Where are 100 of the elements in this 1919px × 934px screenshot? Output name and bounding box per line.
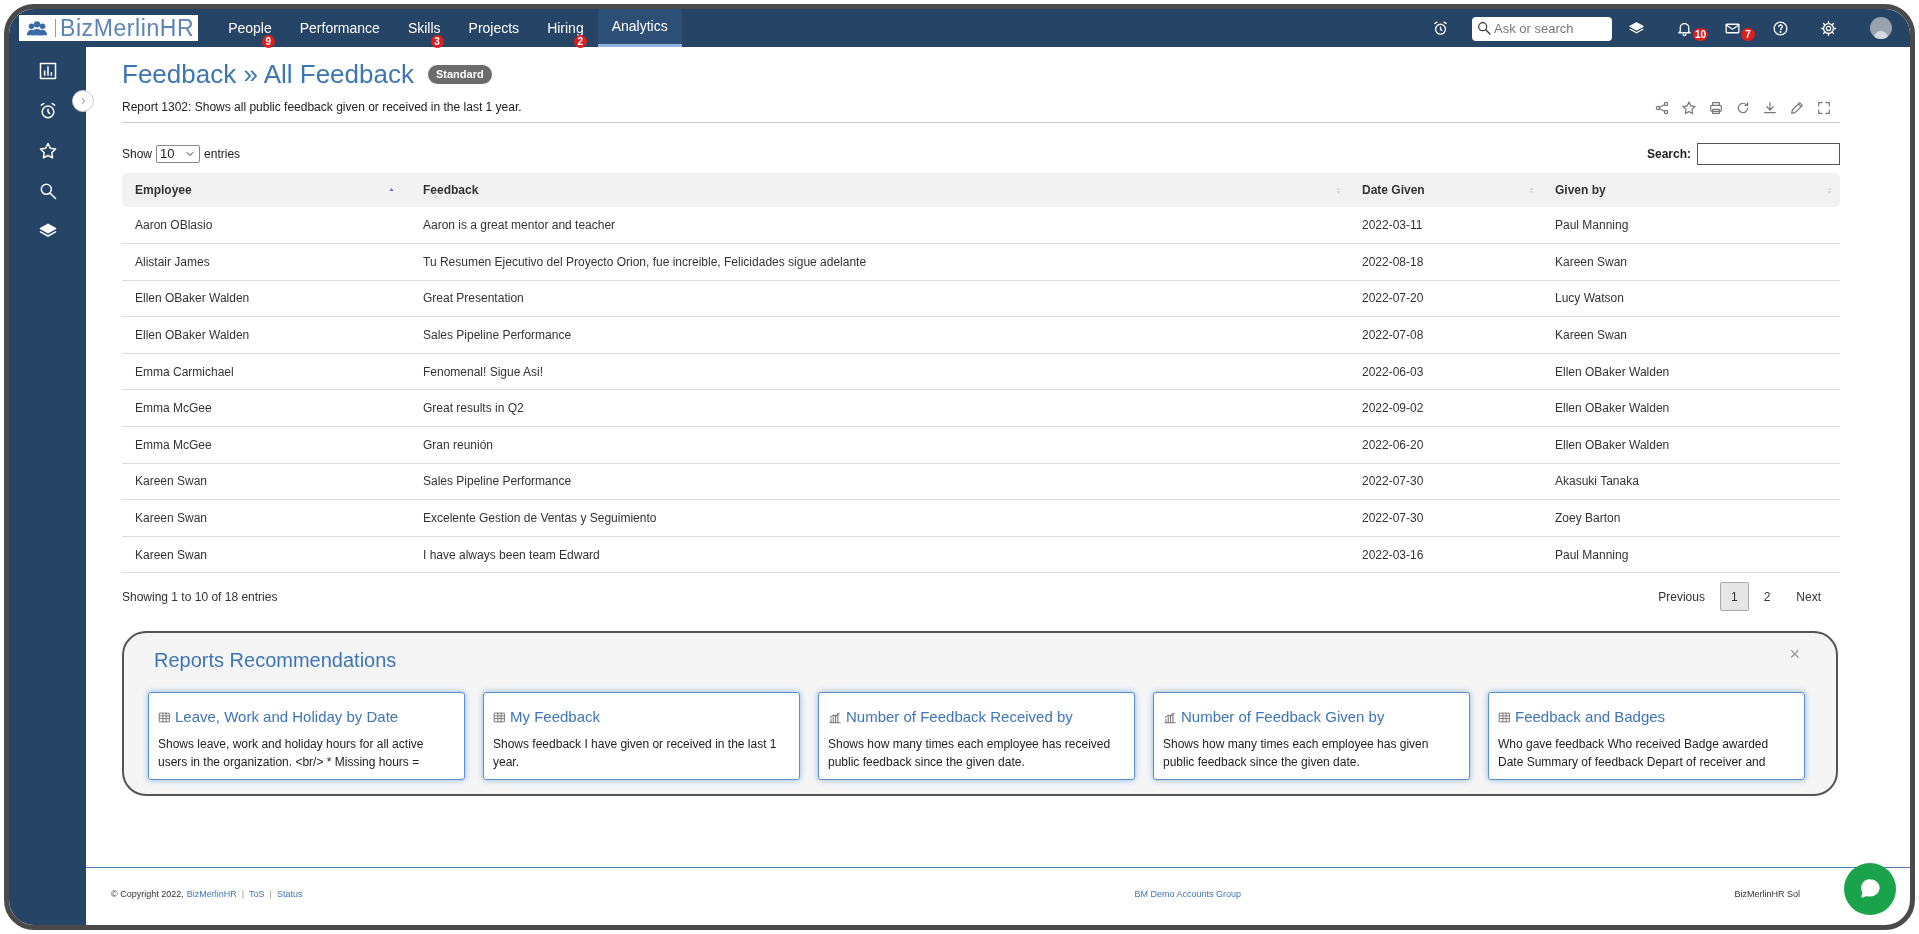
group-text: BM Demo Accounts Group xyxy=(1133,887,1242,901)
footer-link[interactable]: ToS xyxy=(249,887,265,902)
card-description: Shows feedback I have given or received in the last 1 year. xyxy=(493,735,778,771)
report-description: Report 1302: Shows all public feedback given or received in the last 1 year. xyxy=(122,99,522,116)
column-header[interactable]: Employee xyxy=(122,173,410,207)
page-button[interactable]: 2 xyxy=(1752,582,1782,612)
avatar[interactable] xyxy=(1870,17,1892,39)
chart-icon[interactable] xyxy=(37,61,58,81)
table-info: Showing 1 to 10 of 18 entries xyxy=(122,588,278,606)
table-cell: Kareen Swan xyxy=(122,463,410,500)
page-button[interactable]: Next xyxy=(1785,582,1832,612)
footer-link[interactable]: Status xyxy=(276,887,303,902)
panel-title: Reports Recommendations xyxy=(154,648,397,674)
table-cell: Tu Resumen Ejecutivo del Proyecto Orion, fue increible, Felicidades sigue adelante xyxy=(410,243,1349,281)
table-cell: Paul Manning xyxy=(1542,207,1840,244)
table-cell: Alistair James xyxy=(122,243,410,281)
report-card[interactable]: My Feedback Shows feedback I have given or received in the last 1 year. xyxy=(483,692,800,781)
card-description: Shows leave, work and holiday hours for all active users in the organization. <br/> * Missing hours = xyxy=(158,735,425,771)
table-cell: Kareen Swan xyxy=(1542,243,1840,281)
table-cell: Emma Carmichael xyxy=(122,353,410,390)
table-cell: 2022-09-02 xyxy=(1349,389,1542,427)
table-cell: Sales Pipeline Performance xyxy=(410,316,1349,354)
nav-tab[interactable]: Projects xyxy=(454,9,534,47)
card-title: My Feedback xyxy=(510,707,601,728)
table-cell: Ellen OBaker Walden xyxy=(1542,353,1840,390)
table-cell: 2022-03-11 xyxy=(1349,207,1542,244)
table-cell: Kareen Swan xyxy=(122,499,410,537)
table-cell: Ellen OBaker Walden xyxy=(122,280,410,317)
help-icon[interactable] xyxy=(1772,19,1789,37)
column-header[interactable]: Date Given xyxy=(1349,173,1542,207)
download-icon[interactable] xyxy=(1762,100,1778,116)
separator-text: | xyxy=(269,887,272,901)
page-button[interactable]: 1 xyxy=(1719,582,1749,612)
card-description: Who gave feedback Who received Badge awarded Date Summary of feedback Depart of receiver and xyxy=(1498,735,1770,771)
card-description: Shows how many times each employee has received public feedback since the given date. xyxy=(828,735,1112,771)
label-text: entries xyxy=(204,146,241,163)
count-badge: 3 xyxy=(430,35,444,48)
company-link[interactable]: BizMerlinHR xyxy=(186,887,237,902)
column-header[interactable]: Feedback xyxy=(410,173,1349,207)
fullscreen-icon[interactable] xyxy=(1816,100,1832,116)
report-card[interactable]: Leave, Work and Holiday by Date Shows leave, work and holiday hours for all active users in the organization. <br/> * Missing hours = xyxy=(148,692,465,781)
label-text: Show xyxy=(122,146,153,163)
table-cell: Zoey Barton xyxy=(1542,499,1840,537)
table-cell: Excelente Gestion de Ventas y Seguimiento xyxy=(410,499,1349,537)
table-cell: 2022-07-20 xyxy=(1349,280,1542,317)
nav-tab[interactable]: Skills 3 xyxy=(393,9,455,47)
card-description: Shows how many times each employee has given public feedback since the given date. xyxy=(1163,735,1430,771)
refresh-icon[interactable] xyxy=(1735,100,1751,116)
table-cell: 2022-08-18 xyxy=(1349,243,1542,281)
search-label: Search: xyxy=(1646,146,1691,163)
copyright-text: © Copyright 2022, xyxy=(111,887,184,901)
table-cell: Paul Manning xyxy=(1542,536,1840,573)
table-cell: Ellen OBaker Walden xyxy=(1542,389,1840,427)
nav-tab[interactable]: Performance xyxy=(285,9,394,47)
bar-chart-icon xyxy=(1163,710,1177,725)
pencil-icon[interactable] xyxy=(1789,100,1805,116)
card-title: Feedback and Badges xyxy=(1515,707,1666,728)
report-card[interactable]: Number of Feedback Given by Shows how many times each employee has given public feedback since the given date. xyxy=(1153,692,1470,781)
table-cell: Emma McGee xyxy=(122,426,410,464)
page-button[interactable]: Previous xyxy=(1647,582,1716,612)
table-cell: 2022-07-30 xyxy=(1349,463,1542,500)
alarm-clock-icon[interactable] xyxy=(1432,19,1449,37)
table-cell: Emma McGee xyxy=(122,389,410,427)
share-icon[interactable] xyxy=(1654,100,1670,116)
settings-icon[interactable] xyxy=(1820,19,1837,37)
expand-button[interactable] xyxy=(72,90,94,112)
entries-dropdown[interactable]: 10 xyxy=(156,145,201,163)
tag-badge: Standard xyxy=(427,65,492,84)
chat-button[interactable] xyxy=(1844,863,1896,915)
nav-tab[interactable]: Analytics xyxy=(597,9,682,47)
count-badge: 9 xyxy=(261,35,275,48)
count-badge: 2 xyxy=(573,35,587,48)
search-icon xyxy=(1476,20,1492,36)
bar-chart-icon xyxy=(828,710,842,725)
print-icon[interactable] xyxy=(1708,100,1724,116)
nav-tab[interactable]: Hiring 2 xyxy=(533,9,598,47)
table-cell: 2022-06-20 xyxy=(1349,426,1542,464)
table-cell: 2022-07-08 xyxy=(1349,316,1542,354)
table-cell: Aaron OBlasio xyxy=(122,207,410,244)
search-field[interactable]: Ask or search xyxy=(1472,16,1612,41)
count-badge: 10 xyxy=(1693,28,1709,41)
table-cell: Fenomenal! Sigue Asi! xyxy=(410,353,1349,390)
report-card[interactable]: Number of Feedback Received by Shows how many times each employee has received public feedback since the given date. xyxy=(818,692,1135,781)
nav-tab[interactable]: People 9 xyxy=(214,9,286,47)
table-cell: 2022-06-03 xyxy=(1349,353,1542,390)
separator-text: | xyxy=(241,887,245,901)
star-icon[interactable] xyxy=(1681,100,1697,116)
table-cell: Kareen Swan xyxy=(122,536,410,573)
brand-logo[interactable]: BizMerlinHR xyxy=(19,15,199,41)
table-cell: Aaron is a great mentor and teacher xyxy=(410,207,1349,244)
card-title: Number of Feedback Received by xyxy=(846,707,1073,728)
table-icon xyxy=(158,711,171,725)
search-input[interactable] xyxy=(1697,143,1840,165)
table-cell: Lucy Watson xyxy=(1542,280,1840,317)
table-icon xyxy=(1498,711,1511,725)
star-icon[interactable] xyxy=(37,141,58,161)
table-cell: Ellen OBaker Walden xyxy=(1542,426,1840,464)
report-card[interactable]: Feedback and Badges Who gave feedback Who received Badge awarded Date Summary of feedback Depart of receiver and xyxy=(1488,692,1805,781)
column-header[interactable]: Given by xyxy=(1542,173,1840,207)
table-cell: Great results in Q2 xyxy=(410,389,1349,427)
